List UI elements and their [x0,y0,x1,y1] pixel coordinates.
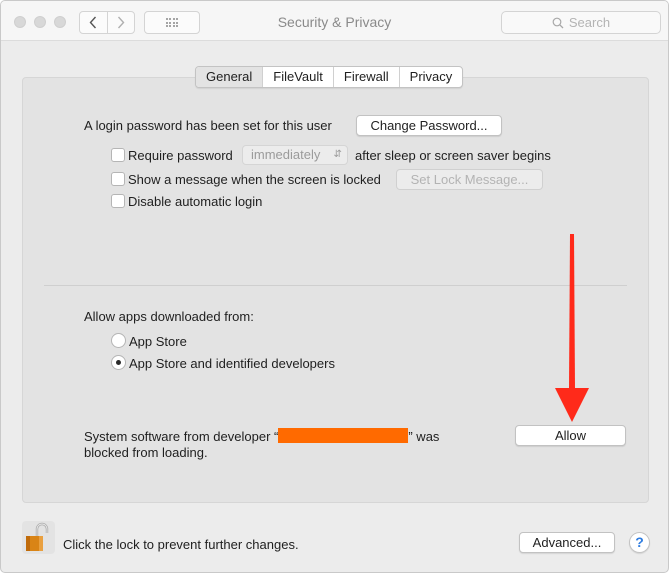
tab-firewall[interactable]: Firewall [334,67,400,87]
tab-general[interactable]: General [196,67,264,87]
show-message-checkbox[interactable] [111,172,125,186]
blocked-message-suffix: ” was [408,429,440,444]
set-lock-message-button[interactable]: Set Lock Message... [396,169,543,190]
require-password-delay-select[interactable]: immediately ⇵ [242,145,348,165]
lock-instruction-text: Click the lock to prevent further change… [63,537,299,552]
lock-button[interactable] [22,521,55,554]
section-divider [44,285,627,286]
disable-auto-login-label: Disable automatic login [128,194,263,209]
unlocked-padlock-icon [26,522,49,551]
radio-app-store-identified-label: App Store and identified developers [129,356,335,371]
radio-app-store-identified[interactable] [111,355,126,370]
red-arrow-annotation [555,234,589,422]
radio-app-store[interactable] [111,333,126,348]
title-bar: Security & Privacy Search [1,1,668,41]
require-password-checkbox[interactable] [111,148,125,162]
search-icon [552,17,564,28]
search-placeholder: Search [568,15,611,30]
radio-app-store-label: App Store [129,334,187,349]
search-field[interactable]: Search [501,11,661,34]
advanced-button[interactable]: Advanced... [519,532,615,553]
require-password-suffix: after sleep or screen saver begins [355,148,551,163]
change-password-button[interactable]: Change Password... [356,115,502,136]
updown-arrows-icon: ⇵ [333,149,342,160]
blocked-message-line1: System software from developer “ ” was [84,428,439,444]
redacted-developer-name [278,428,409,443]
require-password-label: Require password [128,148,233,163]
blocked-message-prefix: System software from developer “ [84,429,279,444]
help-button[interactable]: ? [629,532,650,553]
tab-bar: General FileVault Firewall Privacy [195,66,464,88]
disable-auto-login-checkbox[interactable] [111,194,125,208]
login-password-label: A login password has been set for this u… [84,118,332,133]
tab-privacy[interactable]: Privacy [400,67,463,87]
allow-apps-heading: Allow apps downloaded from: [84,309,254,324]
require-password-delay-value: immediately [251,147,321,162]
security-privacy-window: Security & Privacy Search General FileVa… [0,0,669,573]
tab-filevault[interactable]: FileVault [263,67,334,87]
show-message-label: Show a message when the screen is locked [128,172,381,187]
allow-button[interactable]: Allow [515,425,626,446]
blocked-message-line2: blocked from loading. [84,445,208,460]
